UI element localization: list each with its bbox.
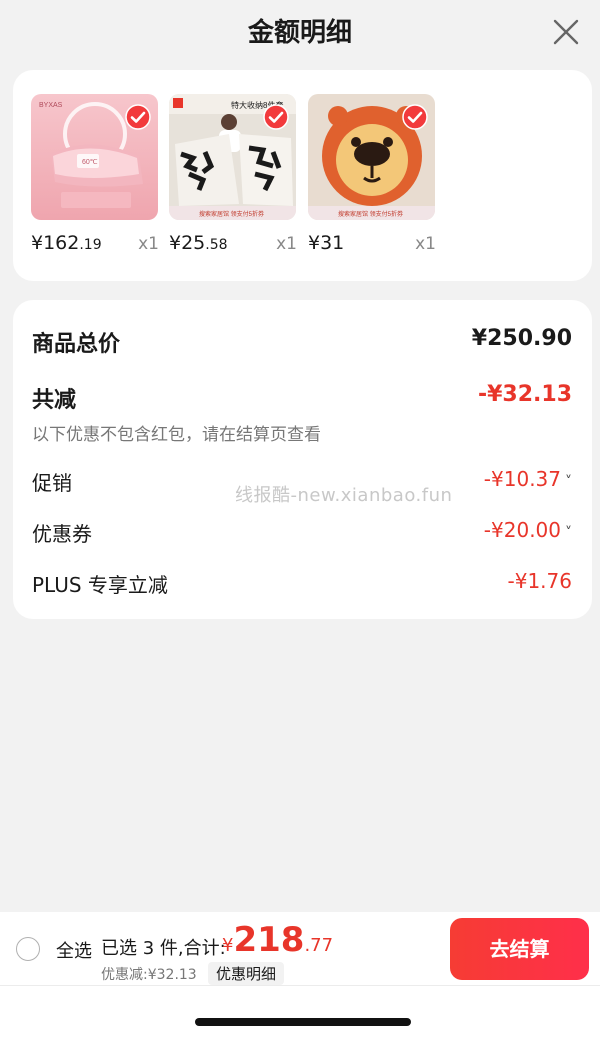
- selected-check-icon[interactable]: [263, 104, 289, 130]
- svg-text:搜索家居馆 领支付5折券: 搜索家居馆 领支付5折券: [338, 210, 403, 218]
- product-price: ¥162.19: [31, 232, 102, 254]
- page-title: 金额明细: [247, 18, 352, 48]
- promotion-value[interactable]: -¥10.37 ˅: [484, 467, 572, 491]
- divider: [0, 985, 600, 986]
- close-icon: [553, 19, 579, 45]
- grand-total: ¥218.77: [222, 920, 334, 960]
- header: 金额明细: [0, 0, 600, 64]
- price-summary-card: 商品总价 ¥250.90 共减 -¥32.13 以下优惠不包含红包，请在结算页查…: [13, 300, 592, 619]
- home-indicator[interactable]: [195, 1018, 411, 1026]
- svg-text:BYXAS: BYXAS: [39, 102, 63, 109]
- checkout-bar: 全选 已选 3 件,合计: ¥218.77 优惠减:¥32.13 优惠明细 去结…: [0, 912, 600, 1039]
- products-card: BYXAS 60℃ ¥162.19 x1 特大收纳8件套 搜索家居馆 领支付5折…: [13, 70, 592, 281]
- plus-discount-value: -¥1.76: [507, 569, 572, 593]
- selected-check-icon[interactable]: [402, 104, 428, 130]
- chevron-down-icon: ˅: [565, 474, 572, 490]
- product-price: ¥25.58: [169, 232, 228, 254]
- total-price-label: 商品总价: [32, 332, 121, 357]
- select-all-radio[interactable]: [16, 937, 40, 961]
- checkout-button[interactable]: 去结算: [450, 918, 589, 980]
- close-button[interactable]: [548, 14, 584, 50]
- selected-count-text: 已选 3 件,合计:: [101, 938, 226, 959]
- total-price-value: ¥250.90: [471, 326, 572, 351]
- coupon-value[interactable]: -¥20.00 ˅: [484, 518, 572, 542]
- svg-text:搜索家居馆 领支付5折券: 搜索家居馆 领支付5折券: [199, 210, 264, 218]
- plus-discount-label: PLUS 专享立减: [32, 573, 168, 597]
- select-all-label[interactable]: 全选: [56, 937, 92, 963]
- product-quantity: x1: [276, 234, 297, 254]
- chevron-down-icon: ˅: [565, 525, 572, 541]
- reduce-label: 共减: [32, 388, 77, 413]
- product-price: ¥31: [308, 232, 345, 254]
- watermark-text: 线报酷-new.xianbao.fun: [235, 485, 453, 506]
- svg-text:60℃: 60℃: [82, 159, 98, 166]
- promotion-label: 促销: [32, 471, 72, 495]
- discount-note: 以下优惠不包含红包，请在结算页查看: [32, 425, 321, 445]
- discount-summary: 优惠减:¥32.13: [101, 967, 197, 983]
- product-quantity: x1: [138, 234, 159, 254]
- discount-detail-button[interactable]: 优惠明细: [208, 962, 285, 985]
- product-quantity: x1: [415, 234, 436, 254]
- selected-check-icon[interactable]: [125, 104, 151, 130]
- coupon-label: 优惠券: [32, 522, 92, 546]
- reduce-value: -¥32.13: [477, 382, 572, 407]
